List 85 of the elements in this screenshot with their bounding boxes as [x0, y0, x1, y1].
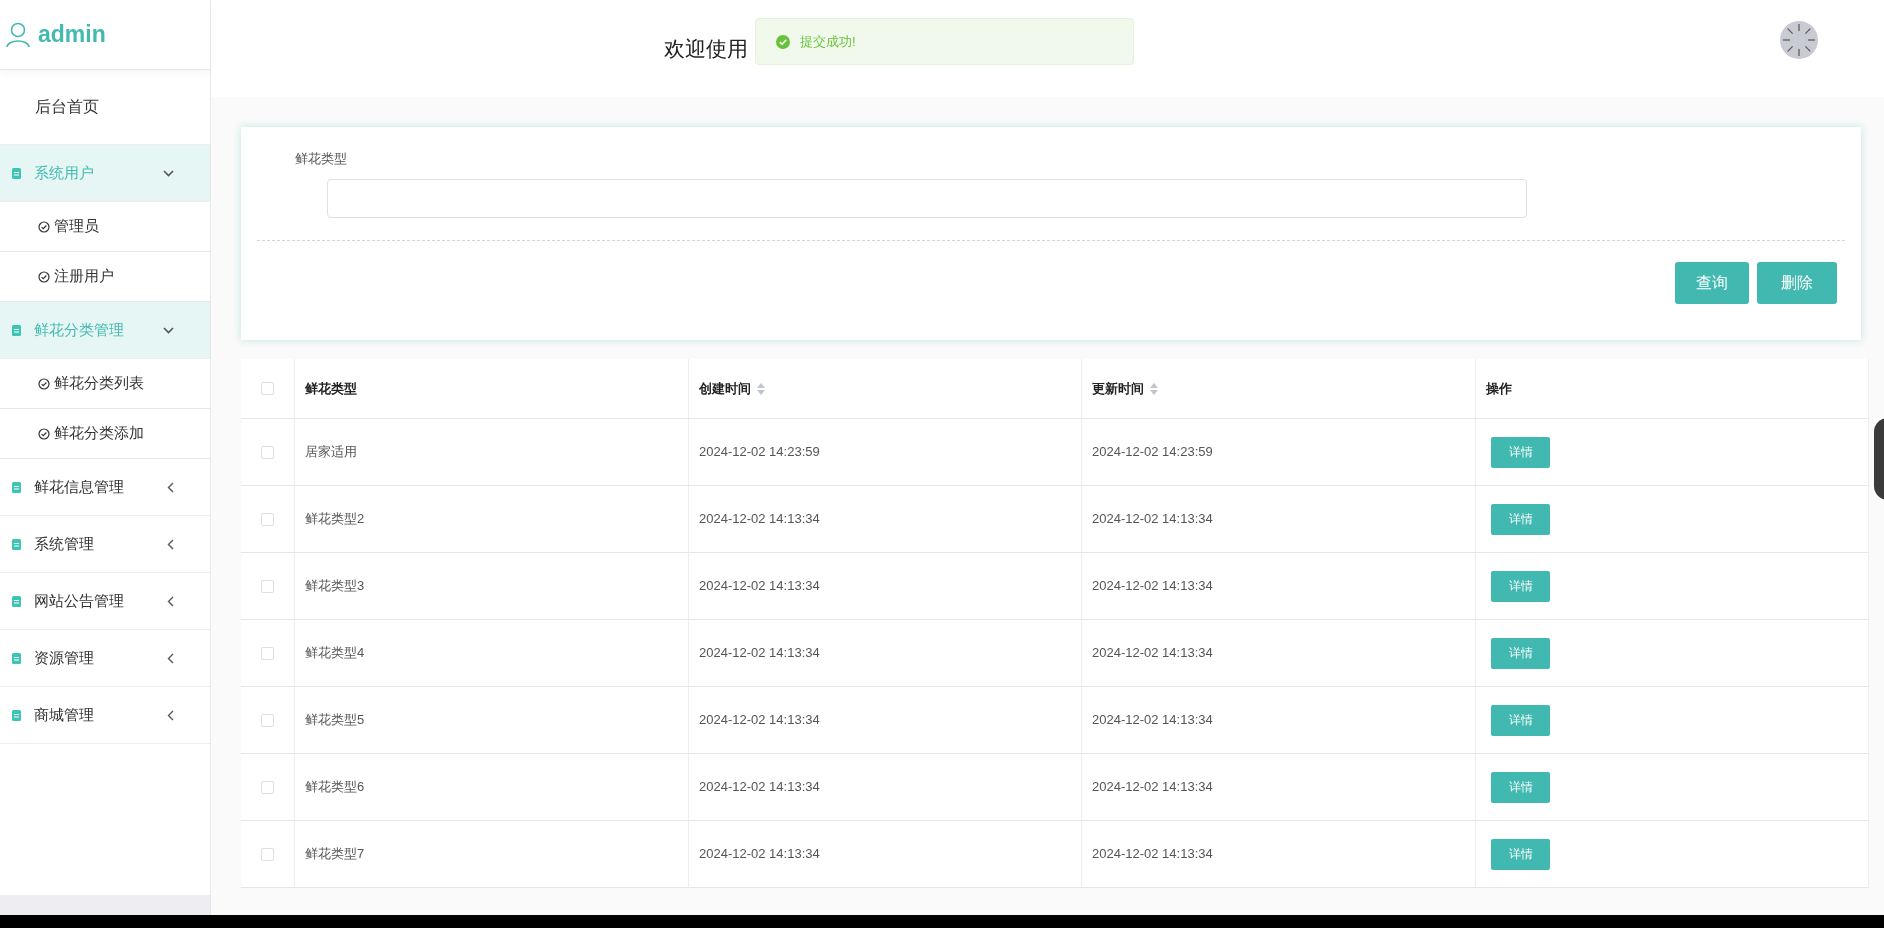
search-input[interactable]	[327, 178, 1527, 218]
chevron-left-icon	[167, 538, 174, 550]
table-cell-text: 居家适用	[305, 443, 357, 462]
document-icon	[12, 324, 21, 336]
sidebar-subitem[interactable]: 鲜花分类列表	[0, 359, 210, 409]
checkbox[interactable]	[261, 512, 274, 526]
chevron-down-icon	[163, 169, 174, 177]
table-cell-text: 2024-12-02 14:23:59	[699, 443, 820, 462]
chevron-left-icon	[167, 652, 174, 664]
table-cell-text: 2024-12-02 14:13:34	[1092, 577, 1213, 596]
checkbox[interactable]	[261, 847, 274, 861]
check-circle-icon	[38, 427, 50, 440]
checkbox[interactable]	[261, 646, 274, 660]
group-label: 系统管理	[34, 533, 95, 554]
check-circle-icon	[38, 220, 50, 233]
details-button[interactable]: 详情	[1491, 771, 1550, 803]
chevron-left-icon	[167, 595, 174, 607]
subitem-label: 鲜花分类添加	[54, 423, 144, 444]
sort-icon[interactable]	[1150, 382, 1158, 395]
checkbox[interactable]	[261, 445, 274, 459]
table-cell-text: 2024-12-02 14:13:34	[699, 510, 820, 529]
checkbox[interactable]	[261, 382, 274, 395]
details-button[interactable]: 详情	[1491, 436, 1550, 468]
table-cell-text: 鲜花类型6	[305, 778, 365, 797]
table-cell-text: 鲜花类型4	[305, 644, 365, 663]
group-label: 网站公告管理	[34, 590, 125, 611]
group-label: 商城管理	[34, 704, 95, 725]
subitem-label: 注册用户	[54, 266, 114, 287]
column-header: 创建时间	[699, 379, 751, 398]
table-cell-text: 2024-12-02 14:13:34	[1092, 510, 1213, 529]
field-label: 鲜花类型	[295, 150, 348, 168]
document-icon	[12, 595, 21, 607]
table-cell-text: 2024-12-02 14:13:34	[699, 845, 820, 864]
check-circle-icon	[38, 270, 50, 283]
document-icon	[12, 481, 21, 493]
sidebar-group[interactable]: 系统用户	[0, 145, 210, 202]
subitem-label: 鲜花分类列表	[54, 373, 144, 394]
table-cell-text: 2024-12-02 14:13:34	[699, 711, 820, 730]
table-cell-text: 2024-12-02 14:13:34	[1092, 845, 1213, 864]
table-cell-text: 2024-12-02 14:13:34	[699, 644, 820, 663]
user-icon	[6, 21, 30, 48]
username: admin	[38, 20, 106, 50]
check-circle-icon	[38, 377, 50, 390]
group-label: 鲜花分类管理	[34, 319, 125, 340]
details-button[interactable]: 详情	[1491, 503, 1550, 535]
toast-message: 提交成功!	[800, 32, 856, 51]
table-cell-text: 2024-12-02 14:13:34	[699, 577, 820, 596]
details-button[interactable]: 详情	[1491, 637, 1550, 669]
query-button[interactable]: 查询	[1675, 261, 1749, 304]
group-label: 鲜花信息管理	[34, 476, 125, 497]
document-icon	[12, 538, 21, 550]
table-cell-text: 鲜花类型2	[305, 510, 365, 529]
success-icon	[776, 34, 790, 49]
document-icon	[12, 709, 21, 721]
table-cell-text: 鲜花类型3	[305, 577, 365, 596]
group-label: 资源管理	[34, 647, 95, 668]
column-header: 操作	[1486, 379, 1512, 398]
table-cell-text: 2024-12-02 14:13:34	[1092, 711, 1213, 730]
sidebar-group[interactable]: 鲜花分类管理	[0, 302, 210, 359]
table-cell-text: 2024-12-02 14:13:34	[1092, 644, 1213, 663]
details-button[interactable]: 详情	[1491, 704, 1550, 736]
table-cell-text: 2024-12-02 14:13:34	[1092, 778, 1213, 797]
column-header: 更新时间	[1092, 379, 1144, 398]
table-cell-text: 2024-12-02 14:13:34	[699, 778, 820, 797]
column-header: 鲜花类型	[305, 379, 357, 398]
chevron-left-icon	[167, 481, 174, 493]
details-button[interactable]: 详情	[1491, 570, 1550, 602]
table-cell-text: 鲜花类型7	[305, 845, 365, 864]
details-button[interactable]: 详情	[1491, 838, 1550, 870]
checkbox[interactable]	[261, 579, 274, 593]
welcome-text: 欢迎使用	[664, 36, 748, 62]
document-icon	[12, 652, 21, 664]
table-cell-text: 2024-12-02 14:23:59	[1092, 443, 1213, 462]
chevron-down-icon	[163, 326, 174, 334]
chevron-left-icon	[167, 709, 174, 721]
loading-avatar-icon	[1780, 21, 1818, 59]
subitem-label: 管理员	[54, 216, 99, 237]
document-icon	[12, 167, 21, 179]
group-label: 系统用户	[34, 162, 95, 183]
table-cell-text: 鲜花类型5	[305, 711, 365, 730]
sidebar-subitem[interactable]: 管理员	[0, 202, 210, 252]
checkbox[interactable]	[261, 713, 274, 727]
sort-icon[interactable]	[757, 382, 765, 395]
checkbox[interactable]	[261, 780, 274, 794]
delete-button[interactable]: 删除	[1757, 261, 1837, 304]
